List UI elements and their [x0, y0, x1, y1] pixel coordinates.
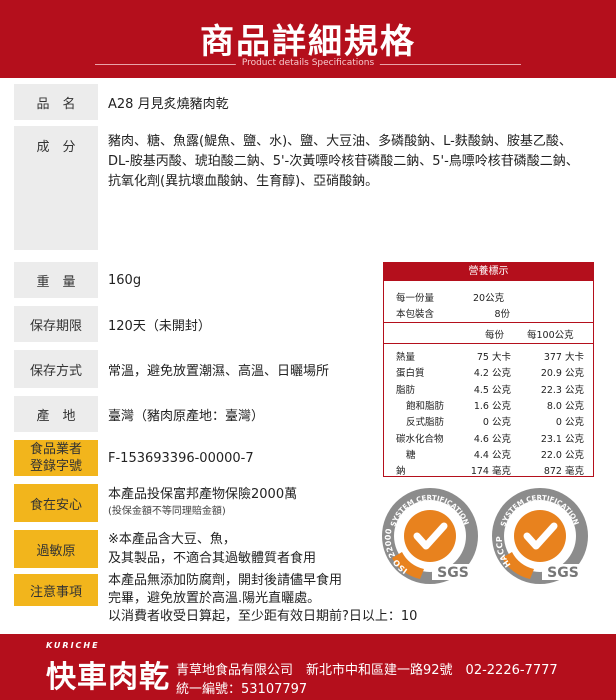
nutrient-per-100g: 23.1 公克 [540, 433, 584, 445]
nutrient-name: 熱量 [396, 352, 416, 363]
nutrient-per-serving: 4.6 公克 [473, 433, 511, 445]
label-registration: 食品業者 登錄字號 [14, 440, 98, 476]
nutrient-per-serving: 4.5 公克 [473, 384, 511, 396]
ingredients-line: 抗氧化劑(異抗壞血酸鈉、生育醇)、亞硝酸鈉。 [108, 174, 379, 189]
nutrient-name: 鈉 [396, 466, 406, 478]
page-header: 商品詳細規格 Product details Specifications [0, 0, 616, 78]
serving-size-label: 每一份量 [396, 293, 435, 304]
notes-line: 完畢，避免放置於高溫.陽光直曬處。 [108, 591, 321, 606]
insurance-text: 本產品投保富邦產物保險2000萬 [108, 487, 298, 502]
nutrient-name: 糖 [406, 449, 416, 461]
col-per-serving: 每份 [485, 330, 505, 341]
nutrition-title: 營養標示 [384, 263, 593, 281]
notes-line: 以消費者收受日算起，至少距有效日期前?日以上：10 [108, 609, 418, 624]
nutrient-name: 反式脂肪 [406, 417, 445, 429]
notes-line: 本產品無添加防腐劑，開封後請儘早食用 [108, 573, 343, 588]
company-tax-id: 統一編號：53107797 [176, 682, 308, 697]
nutrient-per-serving: 75 大卡 [476, 352, 511, 363]
value-ingredients: 豬肉、糖、魚露(鯷魚、鹽、水)、鹽、大豆油、多磷酸鈉、L-麩酸鈉、胺基乙酸、 D… [108, 126, 579, 192]
value-weight: 160g [108, 272, 142, 288]
label-registration-line: 登錄字號 [29, 459, 82, 474]
nutrient-per-100g: 22.3 公克 [540, 384, 584, 396]
value-shelf-life: 120天（未開封） [108, 318, 211, 334]
nutrient-per-100g: 872 毫克 [543, 466, 584, 478]
page-subtitle: Product details Specifications [235, 58, 381, 68]
nutrition-divider [384, 343, 593, 344]
nutrient-name: 蛋白質 [396, 368, 425, 380]
nutrient-per-serving: 1.6 公克 [473, 400, 511, 412]
label-product-name: 品 名 [14, 84, 98, 120]
value-storage: 常溫，避免放置潮濕、高溫、日曬場所 [108, 363, 330, 379]
company-info: 青草地食品有限公司 新北市中和區建一路92號 02-2226-7777 [176, 663, 558, 678]
servings-value: 8份 [494, 309, 510, 320]
page-title: 商品詳細規格 [200, 22, 416, 62]
allergen-line: 及其製品，不適合其過敏體質者食用 [108, 551, 317, 566]
label-shelf-life: 保存期限 [14, 306, 98, 342]
nutrient-name: 碳水化合物 [396, 433, 444, 445]
svg-text:SGS: SGS [547, 565, 579, 581]
nutrient-per-serving: 4.2 公克 [473, 368, 511, 380]
value-notes: 本產品無添加防腐劑，開封後請儘早食用 完畢，避免放置於高溫.陽光直曬處。 以消費… [108, 572, 417, 626]
label-weight: 重 量 [14, 262, 98, 298]
col-per-100g: 每100公克 [527, 330, 574, 341]
label-registration-line: 食品業者 [29, 442, 82, 457]
iso22000-sgs-icon: SYSTEM CERTIFICATION ISO 22000 SGS [382, 488, 478, 584]
haccp-sgs-icon: SYSTEM CERTIFICATION HACCP SGS [492, 488, 588, 584]
nutrient-per-100g: 8.0 公克 [546, 400, 584, 412]
label-allergen: 過敏原 [14, 530, 98, 568]
nutrient-per-serving: 0 公克 [482, 417, 511, 429]
page-footer: KURICHE 快車肉乾 青草地食品有限公司 新北市中和區建一路92號 02-2… [0, 634, 616, 700]
nutrition-table: 營養標示 每一份量 20公克 本包裝含 8份 每份 每100公克 熱量 75 大卡… [383, 262, 594, 477]
ingredients-line: DL-胺基丙酸、琥珀酸二鈉、5'-次黃嘌呤核苷磷酸二鈉、5'-鳥嘌呤核苷磷酸二鈉… [108, 154, 579, 169]
label-storage: 保存方式 [14, 350, 98, 388]
nutrient-per-serving: 174 毫克 [470, 466, 511, 478]
allergen-line: ※本產品含大豆、魚， [108, 532, 236, 547]
label-ingredients: 成 分 [14, 126, 98, 250]
nutrient-per-100g: 0 公克 [555, 417, 584, 429]
label-insurance: 食在安心 [14, 484, 98, 522]
nutrient-per-100g: 377 大卡 [543, 352, 584, 363]
value-origin: 臺灣（豬肉原產地：臺灣） [108, 408, 265, 424]
nutrient-per-100g: 22.0 公克 [540, 449, 584, 461]
insurance-note: (投保金額不等同理賠金額) [108, 506, 226, 517]
brand-logo: 快車肉乾 [46, 660, 170, 695]
brand-latin: KURICHE [46, 641, 100, 650]
row-ingredients: 成 分 豬肉、糖、魚露(鯷魚、鹽、水)、鹽、大豆油、多磷酸鈉、L-麩酸鈉、胺基乙… [14, 126, 604, 250]
nutrient-name: 脂肪 [396, 384, 416, 396]
value-insurance: 本產品投保富邦產物保險2000萬 (投保金額不等同理賠金額) [108, 484, 297, 520]
servings-label: 本包裝含 [396, 309, 435, 320]
value-allergen: ※本產品含大豆、魚， 及其製品，不適合其過敏體質者食用 [108, 530, 316, 568]
label-notes: 注意事項 [14, 574, 98, 606]
row-product-name: 品 名 A28 月見炙燒豬肉乾 [14, 84, 604, 120]
label-origin: 產 地 [14, 396, 98, 432]
ingredients-line: 豬肉、糖、魚露(鯷魚、鹽、水)、鹽、大豆油、多磷酸鈉、L-麩酸鈉、胺基乙酸、 [108, 134, 572, 149]
value-registration: F-153693396-00000-7 [108, 450, 254, 466]
value-product-name: A28 月見炙燒豬肉乾 [108, 96, 229, 112]
svg-text:SGS: SGS [437, 565, 469, 581]
nutrition-divider [384, 322, 593, 323]
nutrient-name: 飽和脂肪 [406, 400, 445, 412]
nutrient-per-100g: 20.9 公克 [540, 368, 584, 380]
serving-size-value: 20公克 [473, 293, 505, 304]
nutrient-per-serving: 4.4 公克 [473, 449, 511, 461]
subtitle-wrap: Product details Specifications [95, 58, 521, 70]
